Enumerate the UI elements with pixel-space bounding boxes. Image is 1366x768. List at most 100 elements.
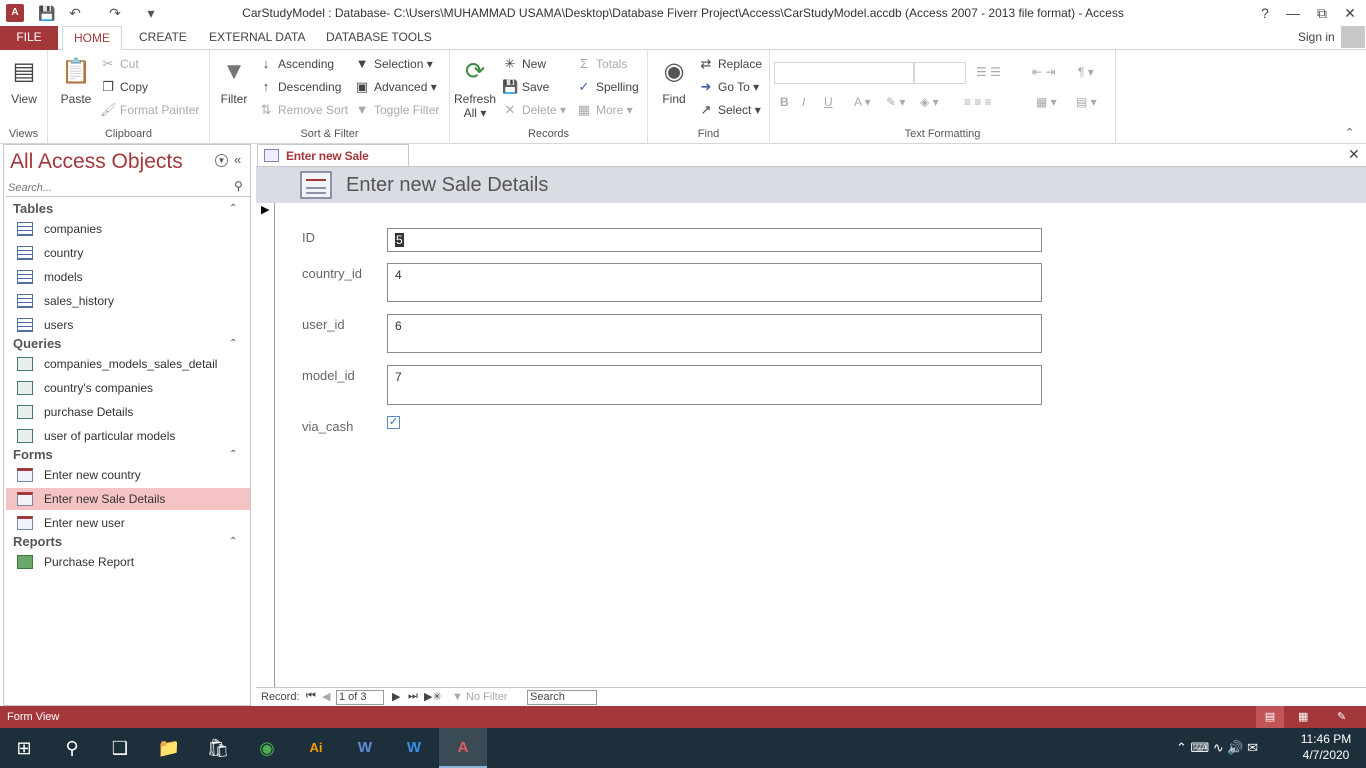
nav-menu-icon[interactable]: ▼ [215, 154, 228, 167]
nav-item[interactable]: user of particular models [6, 425, 250, 447]
collapse-section-icon[interactable]: ⌃ [229, 203, 237, 214]
goto-button[interactable]: ➜ Go To ▾ [698, 77, 760, 97]
font-size-combo[interactable] [914, 62, 966, 84]
nav-section-tables[interactable]: Tables [13, 201, 53, 216]
nav-item[interactable]: sales_history [6, 290, 250, 312]
last-record-icon[interactable]: ⏭ [408, 690, 418, 703]
paragraph-direction-icon[interactable]: ¶ ▾ [1078, 62, 1094, 82]
sign-in-link[interactable]: Sign in [1298, 30, 1335, 44]
spelling-button[interactable]: ✓ Spelling [576, 77, 639, 97]
nav-item[interactable]: country [6, 242, 250, 264]
filter-indicator[interactable]: ▼ No Filter [452, 691, 508, 703]
font-name-combo[interactable] [774, 62, 914, 84]
nav-item[interactable]: Enter new user [6, 512, 250, 534]
shutter-bar-icon[interactable]: « [234, 152, 241, 167]
gridlines-icon[interactable]: ▦ ▾ [1036, 92, 1057, 112]
indent-icon[interactable]: ⇤ ⇥ [1032, 62, 1055, 82]
redo-icon[interactable]: ↷ [106, 4, 124, 22]
previous-record-icon[interactable]: ◀ [322, 690, 330, 703]
undo-icon[interactable]: ↶ [66, 4, 84, 22]
save-icon[interactable]: 💾 [38, 4, 56, 22]
customize-qat-icon[interactable]: ▾ [142, 4, 160, 22]
first-record-icon[interactable]: ⏮ [306, 690, 316, 703]
nav-item[interactable]: companies_models_sales_detail [6, 353, 250, 375]
collapse-section-icon[interactable]: ⌃ [229, 449, 237, 460]
restore-button[interactable]: ⧉ [1311, 3, 1333, 23]
more-button[interactable]: ▦ More ▾ [576, 100, 633, 120]
ascending-button[interactable]: ↓ Ascending [258, 54, 334, 74]
totals-button[interactable]: Σ Totals [576, 54, 627, 74]
align-icons[interactable]: ≡ ≡ ≡ [964, 92, 992, 112]
font-color-button[interactable]: A ▾ [854, 92, 871, 112]
select-button[interactable]: ↗ Select ▾ [698, 100, 761, 120]
nav-item[interactable]: companies [6, 218, 250, 240]
nav-section-reports[interactable]: Reports [13, 534, 62, 549]
bold-button[interactable]: B [780, 92, 789, 112]
id-field[interactable]: 5 [387, 228, 1042, 252]
alternate-row-icon[interactable]: ▤ ▾ [1076, 92, 1097, 112]
system-tray-icons[interactable]: ⌃ ⌨ ∿ 🔊 ✉ [1176, 740, 1258, 756]
access-app-icon[interactable]: A [6, 4, 24, 22]
store-icon[interactable]: 🛍 [194, 728, 242, 768]
nav-item[interactable]: Purchase Report [6, 551, 250, 573]
highlight-icon[interactable]: ✎ ▾ [886, 92, 905, 112]
form-view-icon[interactable]: ▤ [1256, 706, 1284, 728]
toggle-filter-button[interactable]: ▼ Toggle Filter [354, 100, 440, 120]
current-record-input[interactable]: 1 of 3 [336, 690, 384, 705]
cut-button[interactable]: ✂ Cut [100, 54, 139, 74]
user-id-field[interactable]: 6 [387, 314, 1042, 353]
chrome-icon[interactable]: ◉ [243, 728, 291, 768]
file-explorer-icon[interactable]: 📁 [145, 728, 193, 768]
minimize-button[interactable]: — [1282, 3, 1304, 23]
model-id-field[interactable]: 7 [387, 365, 1042, 405]
close-document-icon[interactable]: ✕ [1348, 146, 1360, 163]
search-icon[interactable]: ⚲ [234, 179, 243, 193]
collapse-ribbon-icon[interactable]: ⌃ [1345, 126, 1354, 139]
close-button[interactable]: ✕ [1339, 3, 1361, 23]
clock[interactable]: 11:46 PM 4/7/2020 [1300, 732, 1352, 762]
search-icon[interactable]: ⚲ [48, 728, 96, 768]
italic-button[interactable]: I [802, 92, 805, 112]
via-cash-checkbox[interactable]: ✓ [387, 416, 400, 429]
format-painter-button[interactable]: 🖌 Format Painter [100, 100, 199, 120]
avatar[interactable] [1341, 26, 1365, 48]
copy-button[interactable]: ❐ Copy [100, 77, 148, 97]
nav-item[interactable]: users [6, 314, 250, 336]
nav-item[interactable]: country's companies [6, 377, 250, 399]
nav-title[interactable]: All Access Objects [10, 150, 183, 174]
tab-create[interactable]: CREATE [128, 26, 198, 50]
nav-search-input[interactable] [6, 179, 226, 196]
delete-record-button[interactable]: ✕ Delete ▾ [502, 100, 567, 120]
tab-home[interactable]: HOME [62, 26, 122, 51]
nav-item[interactable]: Enter new country [6, 464, 250, 486]
save-record-button[interactable]: 💾 Save [502, 77, 549, 97]
tab-file[interactable]: FILE [0, 26, 58, 50]
bullets-icon[interactable]: ☰ ☰ [976, 62, 1001, 82]
refresh-all-button[interactable]: ⟳ Refresh All ▾ [454, 56, 496, 120]
selection-button[interactable]: ▼ Selection ▾ [354, 54, 433, 74]
new-blank-record-icon[interactable]: ▶✳ [424, 690, 442, 703]
descending-button[interactable]: ↑ Descending [258, 77, 342, 97]
nav-section-queries[interactable]: Queries [13, 336, 61, 351]
task-view-icon[interactable]: ❑ [96, 728, 144, 768]
word-icon[interactable]: W [341, 728, 389, 768]
nav-item[interactable]: purchase Details [6, 401, 250, 423]
design-view-icon[interactable]: ✎ [1337, 706, 1346, 728]
advanced-button[interactable]: ▣ Advanced ▾ [354, 77, 437, 97]
nav-section-forms[interactable]: Forms [13, 447, 53, 462]
replace-button[interactable]: ⇄ Replace [698, 54, 762, 74]
access-taskbar-icon[interactable]: A [439, 728, 487, 768]
document-tab[interactable]: Enter new Sale Details [257, 144, 409, 185]
remove-sort-button[interactable]: ⇅ Remove Sort [258, 100, 348, 120]
collapse-section-icon[interactable]: ⌃ [229, 536, 237, 547]
country-id-field[interactable]: 4 [387, 263, 1042, 302]
windows-start-icon[interactable]: ⊞ [0, 728, 48, 768]
help-button[interactable]: ? [1254, 3, 1276, 23]
collapse-section-icon[interactable]: ⌃ [229, 338, 237, 349]
next-record-icon[interactable]: ▶ [392, 690, 400, 703]
underline-button[interactable]: U [824, 92, 833, 112]
nav-item[interactable]: Enter new Sale Details [6, 488, 250, 510]
layout-view-icon[interactable]: ▦ [1298, 706, 1308, 728]
find-button[interactable]: ◉ Find [656, 56, 692, 106]
tab-external-data[interactable]: EXTERNAL DATA [198, 26, 316, 50]
